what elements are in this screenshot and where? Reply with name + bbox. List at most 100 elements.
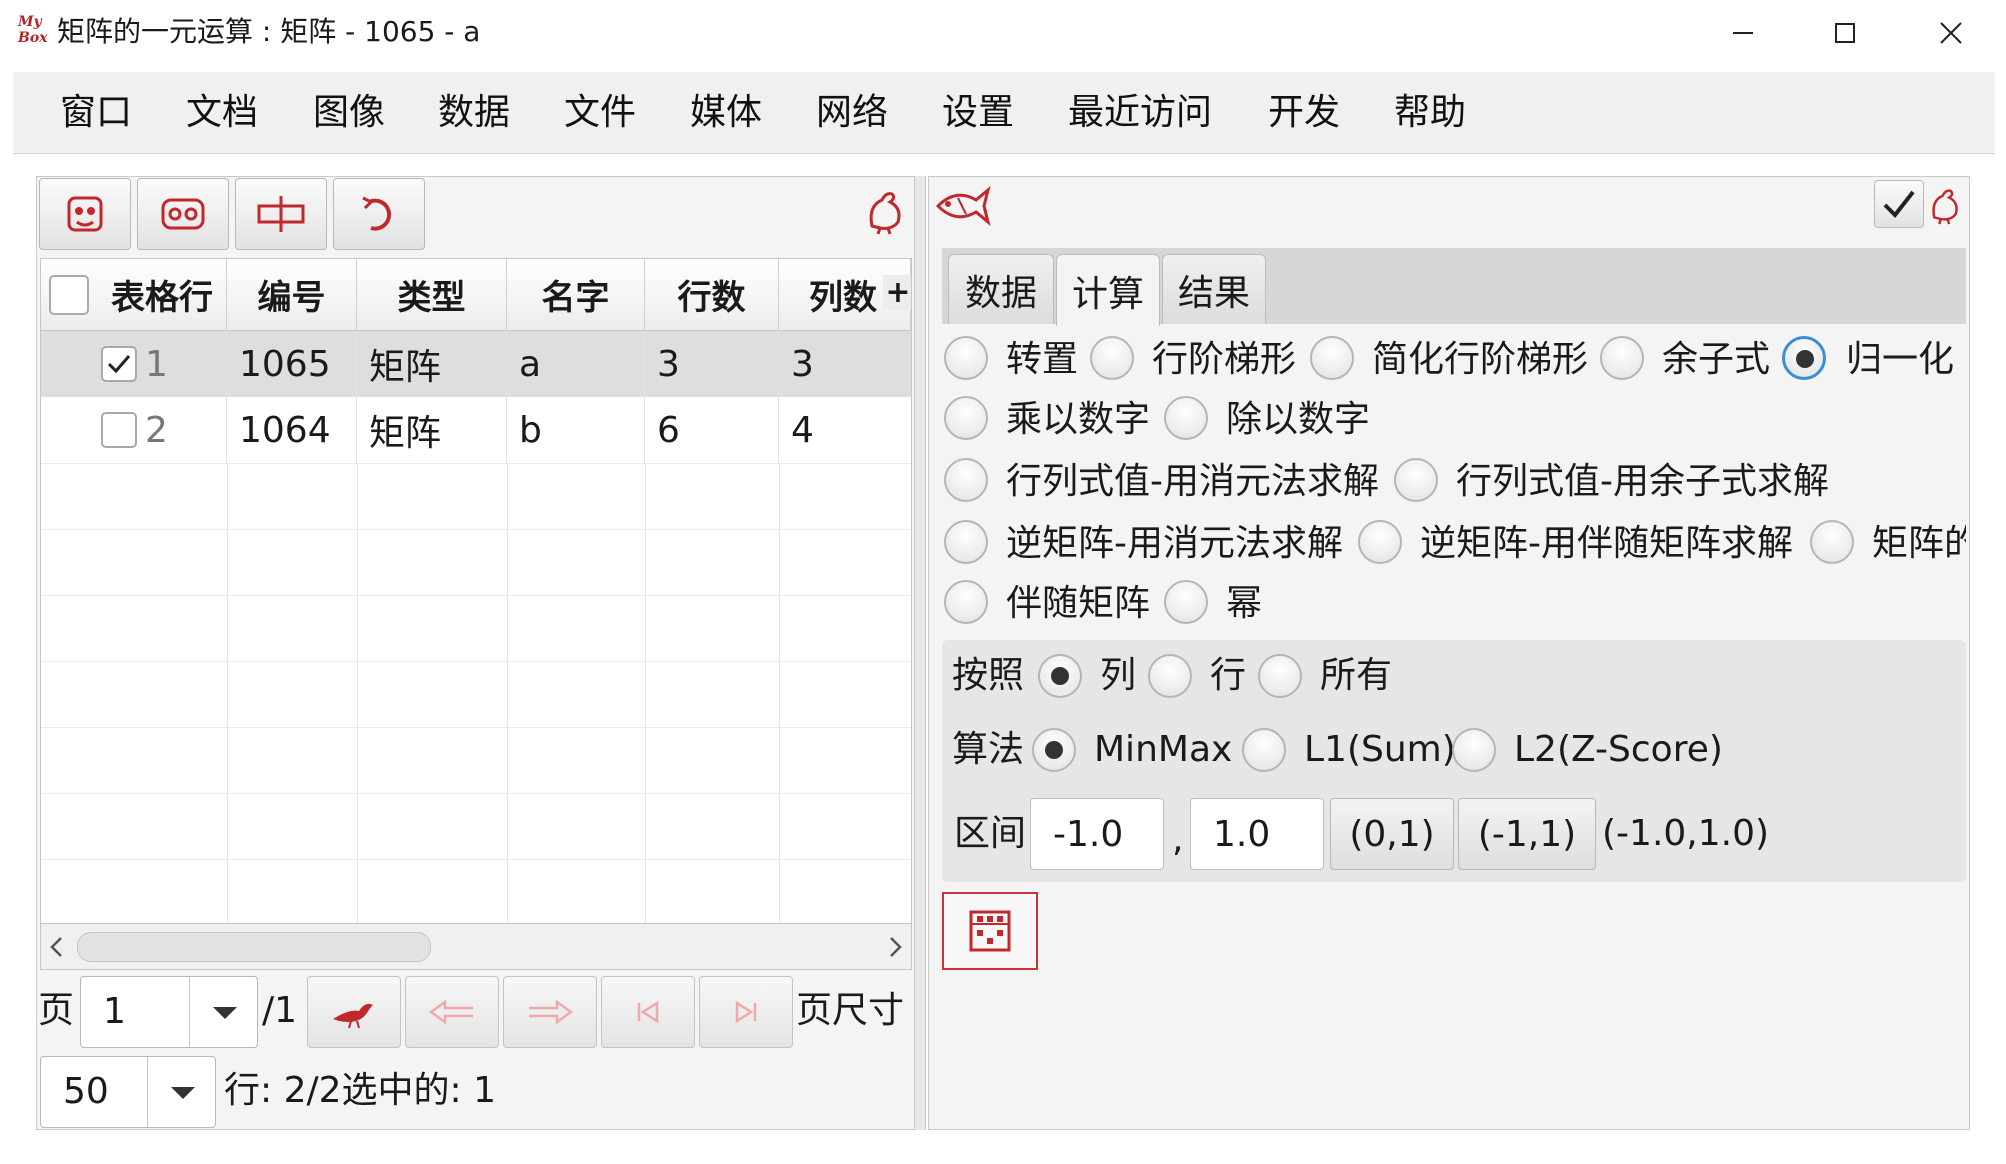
last-page-button[interactable]: [699, 976, 793, 1048]
refresh-button[interactable]: [333, 178, 425, 250]
menu-media[interactable]: 媒体: [690, 90, 762, 136]
label-determinant-cofactor[interactable]: 行列式值-用余子式求解: [1456, 458, 1829, 506]
label-row-echelon[interactable]: 行阶梯形: [1152, 336, 1296, 384]
column-label: 列数: [809, 278, 877, 318]
label-transpose[interactable]: 转置: [1006, 336, 1078, 384]
grid-line: [779, 463, 780, 923]
radio-divide-number[interactable]: [1164, 396, 1208, 440]
radio-cofactor[interactable]: [1600, 336, 1644, 380]
column-header-row[interactable]: 表格行: [41, 259, 227, 331]
data-table[interactable]: 表格行 编号 类型 名字 行数 列数 + 1 1065 矩阵 a 3 3 2 1…: [40, 258, 912, 924]
menu-image[interactable]: 图像: [313, 90, 385, 136]
column-header-type[interactable]: 类型: [357, 259, 507, 331]
label-multiply-number[interactable]: 乘以数字: [1006, 396, 1150, 444]
table-row[interactable]: 2 1064 矩阵 b 6 4: [41, 397, 911, 463]
go-page-button[interactable]: [307, 976, 401, 1048]
label-matrix-rank[interactable]: 矩阵的: [1872, 520, 1966, 568]
horizontal-scrollbar[interactable]: [40, 924, 912, 970]
radio-by-row[interactable]: [1148, 654, 1192, 698]
radio-by-all[interactable]: [1258, 654, 1302, 698]
next-page-button[interactable]: [503, 976, 597, 1048]
radio-by-column[interactable]: [1038, 654, 1082, 698]
label-minmax[interactable]: MinMax: [1094, 726, 1232, 774]
label-inverse-adjugate[interactable]: 逆矩阵-用伴随矩阵求解: [1420, 520, 1793, 568]
add-column-button[interactable]: +: [883, 275, 911, 310]
radio-l2-zscore[interactable]: [1452, 728, 1496, 772]
menu-help[interactable]: 帮助: [1394, 90, 1466, 136]
rooster-icon[interactable]: [862, 186, 908, 236]
menu-recent[interactable]: 最近访问: [1068, 90, 1212, 136]
edit-button[interactable]: [235, 178, 327, 250]
preset-0-1-button[interactable]: (0,1): [1330, 798, 1454, 870]
chevron-down-icon[interactable]: [213, 1007, 237, 1019]
column-header-id[interactable]: 编号: [227, 259, 357, 331]
panel-splitter[interactable]: [914, 176, 926, 1130]
rooster-icon[interactable]: [1926, 182, 1964, 228]
chevron-down-icon[interactable]: [171, 1087, 195, 1099]
radio-power[interactable]: [1164, 580, 1208, 624]
radio-normalize[interactable]: [1782, 336, 1826, 380]
label-l1-sum[interactable]: L1(Sum): [1304, 726, 1456, 774]
close-button[interactable]: [1908, 8, 1994, 58]
radio-determinant-cofactor[interactable]: [1394, 458, 1438, 502]
range-separator: ,: [1172, 819, 1184, 860]
calculate-button[interactable]: [942, 892, 1038, 970]
label-l2-zscore[interactable]: L2(Z-Score): [1514, 726, 1723, 774]
menu-document[interactable]: 文档: [186, 90, 258, 136]
table-row[interactable]: 1 1065 矩阵 a 3 3: [41, 331, 911, 397]
arrow-right-icon: [529, 1000, 573, 1024]
row-checkbox[interactable]: [101, 346, 137, 382]
first-page-button[interactable]: [601, 976, 695, 1048]
label-cofactor[interactable]: 余子式: [1662, 336, 1770, 384]
radio-matrix-rank[interactable]: [1810, 520, 1854, 564]
label-by-row[interactable]: 行: [1210, 652, 1246, 700]
label-by-all[interactable]: 所有: [1320, 652, 1392, 700]
label-reduced-row-echelon[interactable]: 简化行阶梯形: [1372, 336, 1588, 384]
label-by-column[interactable]: 列: [1100, 652, 1136, 700]
radio-adjugate[interactable]: [944, 580, 988, 624]
page-size-selector[interactable]: 50: [40, 1056, 216, 1128]
label-determinant-elimination[interactable]: 行列式值-用消元法求解: [1006, 458, 1379, 506]
maximize-button[interactable]: [1802, 8, 1888, 58]
label-inverse-elimination[interactable]: 逆矩阵-用消元法求解: [1006, 520, 1343, 568]
scrollbar-thumb[interactable]: [77, 932, 431, 962]
range-to-input[interactable]: 1.0: [1190, 798, 1324, 870]
range-from-input[interactable]: -1.0: [1030, 798, 1164, 870]
fish-icon[interactable]: [932, 182, 992, 230]
menu-settings[interactable]: 设置: [942, 90, 1014, 136]
previous-page-button[interactable]: [405, 976, 499, 1048]
radio-determinant-elimination[interactable]: [944, 458, 988, 502]
radio-inverse-elimination[interactable]: [944, 520, 988, 564]
radio-multiply-number[interactable]: [944, 396, 988, 440]
radio-inverse-adjugate[interactable]: [1358, 520, 1402, 564]
radio-minmax[interactable]: [1032, 728, 1076, 772]
radio-reduced-row-echelon[interactable]: [1310, 336, 1354, 380]
select-all-checkbox[interactable]: [49, 275, 89, 315]
menu-file[interactable]: 文件: [564, 90, 636, 136]
radio-row-echelon[interactable]: [1090, 336, 1134, 380]
preset-neg1-1-button[interactable]: (-1,1): [1458, 798, 1596, 870]
label-adjugate[interactable]: 伴随矩阵: [1006, 580, 1150, 628]
menu-develop[interactable]: 开发: [1268, 90, 1340, 136]
radio-transpose[interactable]: [944, 336, 988, 380]
label-divide-number[interactable]: 除以数字: [1226, 396, 1370, 444]
delete-button[interactable]: [137, 178, 229, 250]
tab-data[interactable]: 数据: [948, 254, 1054, 324]
label-power[interactable]: 幂: [1226, 580, 1262, 628]
row-checkbox[interactable]: [101, 412, 137, 448]
page-selector[interactable]: 1: [80, 976, 258, 1048]
menu-data[interactable]: 数据: [438, 90, 510, 136]
menu-window[interactable]: 窗口: [60, 90, 132, 136]
radio-l1-sum[interactable]: [1242, 728, 1286, 772]
minimize-button[interactable]: [1700, 8, 1786, 58]
clear-data-button[interactable]: [39, 178, 131, 250]
menu-network[interactable]: 网络: [816, 90, 888, 136]
check-icon: [107, 355, 131, 374]
apply-check-button[interactable]: [1874, 180, 1924, 228]
column-header-rows[interactable]: 行数: [645, 259, 779, 331]
label-normalize[interactable]: 归一化: [1846, 336, 1954, 384]
column-header-name[interactable]: 名字: [507, 259, 645, 331]
tab-calculate[interactable]: 计算: [1056, 254, 1160, 326]
tab-result[interactable]: 结果: [1162, 254, 1266, 324]
cell-id: 1064: [227, 397, 357, 463]
